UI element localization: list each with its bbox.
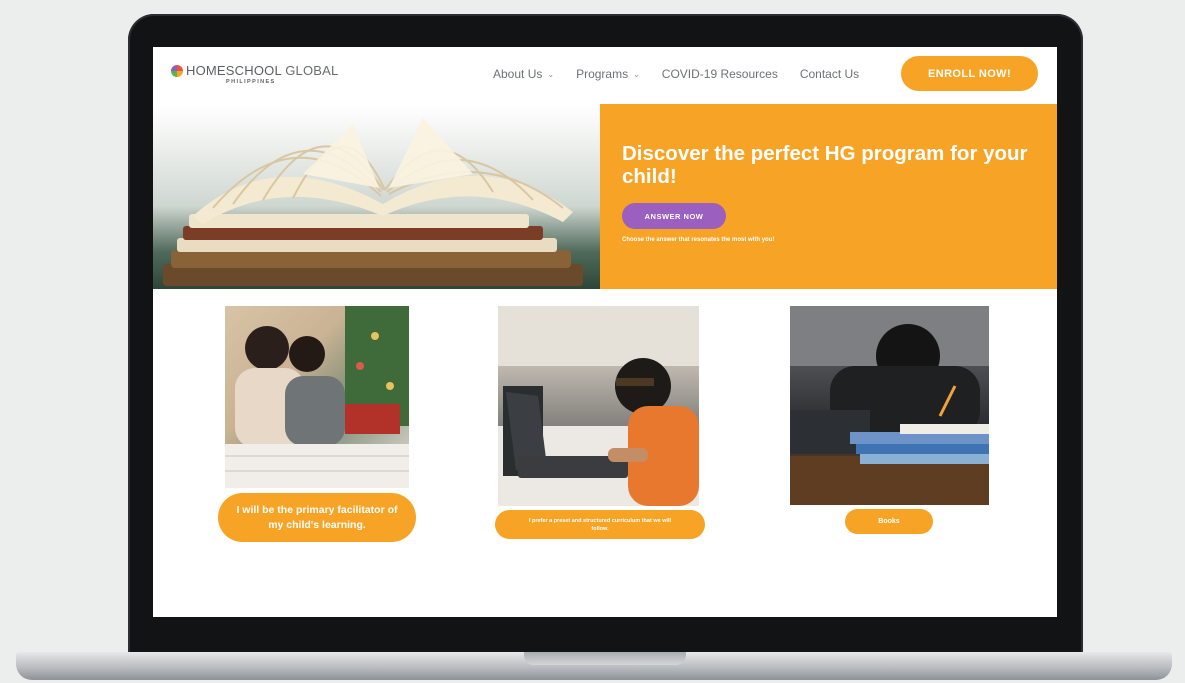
nav-label: About Us xyxy=(493,67,543,81)
main-nav: About Us ⌄ Programs ⌄ COVID-19 Resources… xyxy=(493,67,881,81)
card-photo-parent-child[interactable] xyxy=(225,306,409,488)
hero-caption: Choose the answer that resonates the mos… xyxy=(622,237,775,243)
logo-sub: PHILIPPINES xyxy=(226,79,276,85)
nav-item-covid-resources[interactable]: COVID-19 Resources xyxy=(662,67,778,81)
logo-word-1: HOMESCHOOL xyxy=(186,63,282,78)
card-photo-student-books[interactable] xyxy=(790,306,989,505)
nav-label: COVID-19 Resources xyxy=(661,67,778,81)
nav-item-programs[interactable]: Programs ⌄ xyxy=(576,67,640,81)
card-option-structured-button[interactable]: I prefer a preset and structured curricu… xyxy=(495,510,705,539)
card-option-books-button[interactable]: Books xyxy=(845,509,933,534)
hero-panel: Discover the perfect HG program for your… xyxy=(600,104,1057,289)
nav-item-about-us[interactable]: About Us ⌄ xyxy=(493,67,554,81)
nav-label: Programs xyxy=(576,67,629,81)
answer-now-button[interactable]: ANSWER NOW xyxy=(622,203,726,229)
logo-main: HOMESCHOOL GLOBAL xyxy=(186,64,338,78)
enroll-now-button[interactable]: ENROLL NOW! xyxy=(901,56,1038,91)
logo-word-2: GLOBAL xyxy=(281,63,339,78)
logo-text: HOMESCHOOL GLOBAL PHILIPPINES xyxy=(186,64,338,86)
nav-item-contact-us[interactable]: Contact Us xyxy=(800,67,859,81)
nav-label: Contact Us xyxy=(799,67,860,81)
logo-icon xyxy=(171,65,183,77)
card-photo-student-laptop[interactable] xyxy=(498,306,699,506)
photo-illustration xyxy=(790,306,989,505)
chevron-down-icon: ⌄ xyxy=(633,69,640,79)
laptop-notch xyxy=(524,652,686,665)
site-logo[interactable]: HOMESCHOOL GLOBAL PHILIPPINES xyxy=(171,64,338,85)
website-screen: HOMESCHOOL GLOBAL PHILIPPINES About Us ⌄… xyxy=(153,47,1057,617)
photo-illustration xyxy=(225,306,409,488)
card-option-facilitator-button[interactable]: I will be the primary facilitator of my … xyxy=(218,493,416,542)
books-illustration xyxy=(163,118,583,286)
chevron-down-icon: ⌄ xyxy=(547,69,555,79)
photo-illustration xyxy=(498,306,699,506)
hero-title: Discover the perfect HG program for your… xyxy=(622,142,1028,188)
hero-books-image xyxy=(153,104,601,289)
